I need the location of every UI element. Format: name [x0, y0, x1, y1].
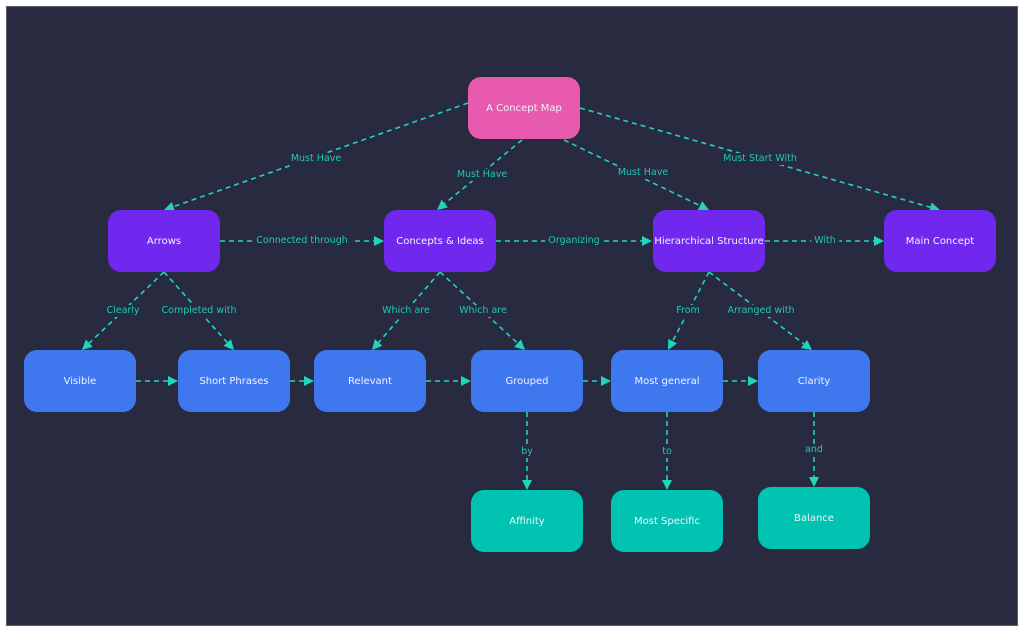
- node-label: Arrows: [146, 235, 182, 247]
- node-label: Visible: [63, 375, 97, 387]
- edge-label: Must Start With: [720, 153, 800, 165]
- edge-label: Organizing: [545, 235, 603, 247]
- node-label: A Concept Map: [486, 102, 562, 114]
- edge-label: and: [802, 444, 826, 456]
- edge-label: Completed with: [158, 305, 240, 317]
- node-short-phrases[interactable]: Short Phrases: [178, 350, 290, 412]
- edge-label: Must Have: [614, 167, 672, 179]
- node-label: Main Concept: [905, 235, 975, 247]
- edge-label: From: [673, 305, 703, 317]
- edge-label: Must Have: [453, 169, 511, 181]
- node-label: Grouped: [505, 375, 549, 387]
- node-grouped[interactable]: Grouped: [471, 350, 583, 412]
- node-most-specific[interactable]: Most Specific: [611, 490, 723, 552]
- edge-label: Which are: [379, 305, 433, 317]
- edge-label: With: [811, 235, 839, 247]
- node-arrows[interactable]: Arrows: [108, 210, 220, 272]
- edge-label: Clearly: [103, 305, 143, 317]
- node-label: Concepts & Ideas: [396, 235, 484, 247]
- node-clarity[interactable]: Clarity: [758, 350, 870, 412]
- edge-label: to: [659, 446, 675, 458]
- node-label: Affinity: [509, 515, 545, 527]
- node-visible[interactable]: Visible: [24, 350, 136, 412]
- node-label: Most Specific: [634, 515, 700, 527]
- node-hierarchical-structure[interactable]: Hierarchical Structure: [653, 210, 765, 272]
- node-label: Relevant: [348, 375, 392, 387]
- edge-label: Must Have: [287, 153, 345, 165]
- node-relevant[interactable]: Relevant: [314, 350, 426, 412]
- node-label: Clarity: [797, 375, 831, 387]
- node-label: Short Phrases: [199, 375, 269, 387]
- node-label: Most general: [634, 375, 700, 387]
- edge-label: Which are: [456, 305, 510, 317]
- node-affinity[interactable]: Affinity: [471, 490, 583, 552]
- node-main-concept[interactable]: Main Concept: [884, 210, 996, 272]
- node-concept-map[interactable]: A Concept Map: [468, 77, 580, 139]
- edge-label: by: [518, 446, 536, 458]
- node-concepts-ideas[interactable]: Concepts & Ideas: [384, 210, 496, 272]
- node-label: Hierarchical Structure: [654, 235, 764, 247]
- node-label: Balance: [794, 512, 834, 524]
- edge-label: Connected through: [253, 235, 351, 247]
- edge-label: Arranged with: [724, 305, 798, 317]
- node-most-general[interactable]: Most general: [611, 350, 723, 412]
- node-balance[interactable]: Balance: [758, 487, 870, 549]
